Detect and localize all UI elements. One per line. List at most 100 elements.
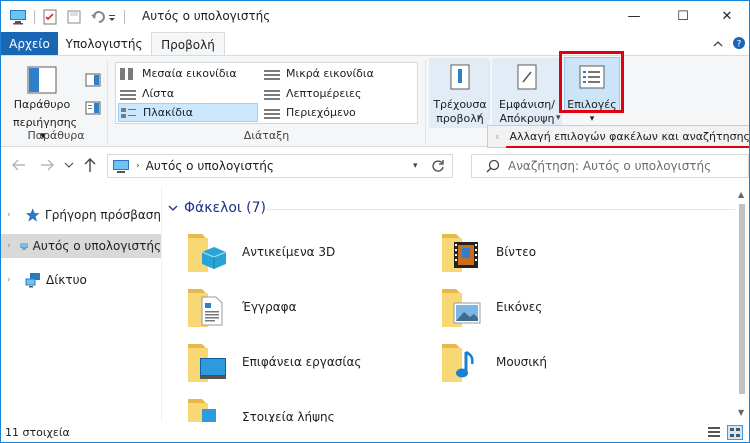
undo-icon[interactable] bbox=[90, 9, 106, 25]
layout-medium-icons[interactable]: Μεσαία εικονίδια bbox=[118, 64, 258, 83]
customize-qat-icon[interactable] bbox=[106, 9, 118, 25]
show-hide-chevron-icon: ▾ bbox=[556, 113, 561, 123]
music-folder-icon bbox=[438, 338, 488, 386]
item-count: 11 στοιχεία bbox=[5, 426, 70, 439]
folder-label: Μουσική bbox=[496, 355, 547, 369]
folder-tile-desktop[interactable]: Επιφάνεια εργασίας bbox=[184, 337, 361, 387]
current-view-label-2: προβολή bbox=[436, 112, 484, 125]
expand-chevron-icon[interactable]: › bbox=[7, 210, 17, 220]
large-icons-view-icon[interactable] bbox=[727, 425, 743, 440]
address-dropdown-icon[interactable]: ▾ bbox=[413, 161, 418, 171]
nav-item-label: Δίκτυο bbox=[46, 273, 87, 287]
refresh-icon[interactable] bbox=[431, 159, 445, 173]
explorer-window: Αυτός ο υπολογιστής — ☐ ✕ Αρχείο Υπολογι… bbox=[0, 0, 750, 443]
new-folder-icon[interactable] bbox=[66, 9, 82, 25]
tab-view[interactable]: Προβολή bbox=[151, 32, 225, 56]
scroll-up-icon[interactable]: ▲ bbox=[738, 190, 744, 199]
maximize-button[interactable]: ☐ bbox=[660, 1, 706, 32]
current-view-button[interactable]: Τρέχουσα προβολή bbox=[427, 62, 493, 126]
nav-item-this-pc[interactable]: › Αυτός ο υπολογιστής bbox=[1, 234, 161, 258]
status-bar: 11 στοιχεία bbox=[1, 422, 749, 442]
pictures-folder-icon bbox=[438, 283, 488, 331]
small-icons-icon bbox=[264, 67, 280, 80]
list-icon bbox=[120, 87, 136, 100]
expand-chevron-icon[interactable]: › bbox=[7, 275, 17, 285]
back-icon[interactable] bbox=[11, 158, 27, 172]
folder-tile-pictures[interactable]: Εικόνες bbox=[438, 282, 542, 332]
ribbon-separator bbox=[425, 60, 426, 144]
close-button[interactable]: ✕ bbox=[704, 1, 749, 32]
tab-file[interactable]: Αρχείο bbox=[1, 32, 58, 56]
navigation-pane-icon bbox=[27, 66, 57, 94]
collapse-ribbon-icon[interactable] bbox=[712, 39, 724, 49]
folders-section-header[interactable]: Φάκελοι (7) bbox=[168, 200, 266, 216]
search-box[interactable]: Αναζήτηση: Αυτός ο υπολογιστής bbox=[471, 154, 749, 178]
medium-icons-icon bbox=[120, 67, 136, 80]
layout-details-label: Λεπτομέρειες bbox=[286, 87, 362, 100]
desktop-folder-icon bbox=[184, 338, 234, 386]
recent-locations-icon[interactable] bbox=[64, 161, 74, 169]
properties-icon[interactable] bbox=[42, 9, 58, 25]
up-icon[interactable] bbox=[83, 157, 97, 173]
pane-splitter[interactable] bbox=[161, 186, 162, 422]
layout-content[interactable]: Περιεχόμενο bbox=[262, 103, 402, 122]
layout-content-label: Περιεχόμενο bbox=[286, 106, 356, 119]
nav-pane-caption-text: περιήγησης bbox=[13, 116, 78, 129]
svg-text:?: ? bbox=[737, 40, 742, 50]
show-hide-button[interactable]: Εμφάνιση/ Απόκρυψη bbox=[490, 62, 564, 126]
details-pane-icon[interactable] bbox=[85, 100, 101, 116]
breadcrumb-separator-icon: › bbox=[136, 161, 140, 171]
folder-tile-music[interactable]: Μουσική bbox=[438, 337, 547, 387]
star-icon bbox=[25, 208, 40, 222]
layout-list[interactable]: Λίστα bbox=[118, 84, 258, 103]
content-icon bbox=[264, 106, 280, 119]
help-icon[interactable]: ? bbox=[732, 36, 746, 50]
folder-label: Αντικείμενα 3D bbox=[242, 245, 336, 259]
current-view-icon bbox=[450, 64, 470, 90]
close-icon: ✕ bbox=[721, 9, 733, 24]
folder-tile-documents[interactable]: Έγγραφα bbox=[184, 282, 297, 332]
network-icon bbox=[25, 273, 40, 288]
layout-tiles[interactable]: Πλακίδια bbox=[118, 103, 258, 122]
tiles-icon bbox=[121, 106, 137, 119]
layout-tiles-label: Πλακίδια bbox=[143, 106, 193, 119]
expand-chevron-icon[interactable]: › bbox=[7, 241, 12, 251]
search-icon bbox=[486, 159, 500, 173]
navigation-pane: › Γρήγορη πρόσβαση › Αυτός ο υπολογιστής… bbox=[1, 197, 161, 421]
address-bar[interactable]: › Αυτός ο υπολογιστής ▾ bbox=[107, 154, 453, 178]
details-icon bbox=[264, 87, 280, 100]
layout-details[interactable]: Λεπτομέρειες bbox=[262, 84, 402, 103]
layout-small-icons[interactable]: Μικρά εικονίδια bbox=[262, 64, 402, 83]
layout-medium-icons-label: Μεσαία εικονίδια bbox=[142, 67, 237, 80]
3d-objects-folder-icon bbox=[184, 228, 234, 276]
forward-icon[interactable] bbox=[39, 158, 55, 172]
documents-folder-icon bbox=[184, 283, 234, 331]
options-highlight-box bbox=[559, 51, 624, 113]
vertical-scrollbar[interactable]: ▲ ▼ bbox=[735, 186, 749, 422]
nav-item-quick-access[interactable]: › Γρήγορη πρόσβαση bbox=[1, 203, 161, 227]
navigation-pane-button[interactable]: Παράθυρο περιήγησης bbox=[9, 64, 75, 112]
nav-item-network[interactable]: › Δίκτυο bbox=[1, 268, 161, 292]
layout-list-label: Λίστα bbox=[142, 87, 175, 100]
quick-access-toolbar bbox=[9, 8, 131, 26]
current-view-chevron-icon: ▾ bbox=[477, 113, 482, 123]
minimize-button[interactable]: — bbox=[611, 1, 657, 32]
layout-gallery: Μεσαία εικονίδια Μικρά εικονίδια Λίστα Λ… bbox=[115, 62, 529, 124]
scroll-down-icon[interactable]: ▼ bbox=[738, 408, 744, 417]
tab-computer[interactable]: Υπολογιστής bbox=[58, 32, 150, 56]
scrollbar-thumb[interactable] bbox=[739, 204, 745, 394]
folder-label: Έγγραφα bbox=[242, 300, 297, 314]
preview-pane-icon[interactable] bbox=[85, 72, 101, 88]
change-folder-options-item[interactable]: Αλλαγή επιλογών φακέλων και αναζήτησης bbox=[509, 130, 749, 143]
navigation-pane-label-1: Παράθυρο bbox=[13, 98, 71, 111]
layout-group-label: Διάταξη bbox=[243, 129, 290, 142]
search-placeholder: Αναζήτηση: Αυτός ο υπολογιστής bbox=[508, 159, 712, 173]
folders-section-title: Φάκελοι (7) bbox=[184, 200, 266, 216]
computer-icon bbox=[113, 159, 129, 173]
window-title: Αυτός ο υπολογιστής bbox=[142, 9, 271, 23]
folder-label: Βίντεο bbox=[496, 245, 537, 259]
details-view-icon[interactable] bbox=[707, 426, 721, 439]
folder-tile-3d-objects[interactable]: Αντικείμενα 3D bbox=[184, 227, 335, 277]
collapse-chevron-icon bbox=[168, 205, 178, 211]
folder-tile-videos[interactable]: Βίντεο bbox=[438, 227, 536, 277]
